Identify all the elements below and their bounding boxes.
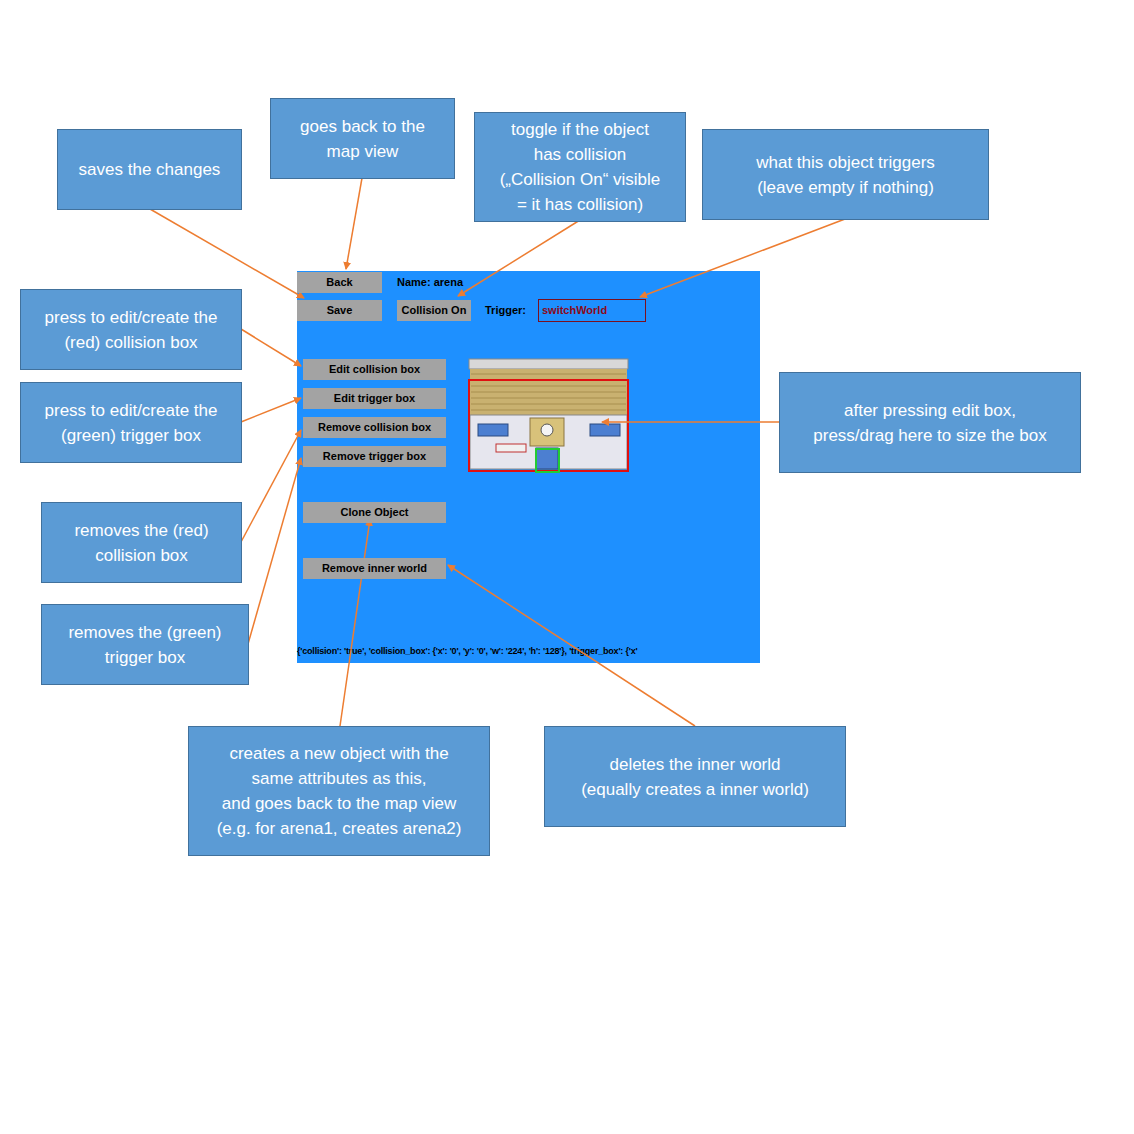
arrow-icon: [150, 209, 304, 298]
box-button[interactable]: Remove collision box: [303, 417, 446, 438]
callout: toggle if the objecthas collision(„Colli…: [474, 112, 686, 222]
page: Back Name: arena Save Collision On Trigger: s…: [0, 0, 1134, 1134]
box-button[interactable]: Remove trigger box: [303, 446, 446, 467]
arrow-icon: [346, 178, 362, 269]
box-button[interactable]: Edit collision box: [303, 359, 446, 380]
callout: after pressing edit box,press/drag here …: [779, 372, 1081, 473]
trigger-label: Trigger:: [485, 302, 526, 319]
arrow-icon: [448, 565, 695, 726]
back-button[interactable]: Back: [297, 272, 382, 293]
arrow-icon: [248, 458, 301, 644]
building-sprite[interactable]: [468, 358, 630, 474]
collision-toggle[interactable]: Collision On: [397, 300, 471, 321]
callout: removes the (red)collision box: [41, 502, 242, 583]
callout: press to edit/create the(green) trigger …: [20, 382, 242, 463]
arrow-icon: [241, 398, 301, 422]
callout: saves the changes: [57, 129, 242, 210]
editor-panel: Back Name: arena Save Collision On Trigger: s…: [297, 271, 760, 663]
arrow-icon: [458, 220, 580, 296]
collision-box[interactable]: [469, 380, 628, 471]
clone-button[interactable]: Clone Object: [303, 502, 446, 523]
callout: deletes the inner world(equally creates …: [544, 726, 846, 827]
name-label: Name: arena: [397, 274, 463, 291]
arrow-icon: [340, 519, 370, 726]
arrow-icon: [241, 430, 301, 542]
callout: goes back to themap view: [270, 98, 455, 179]
callout: what this object triggers(leave empty if…: [702, 129, 989, 220]
arrow-icon: [241, 329, 301, 366]
save-button[interactable]: Save: [297, 300, 382, 321]
callout: creates a new object with thesame attrib…: [188, 726, 490, 856]
remove-inner-world-button[interactable]: Remove inner world: [303, 558, 446, 579]
arrow-icon: [640, 219, 845, 297]
status-text: {'collision': 'true', 'collision_box': {…: [297, 645, 760, 664]
callout: press to edit/create the(red) collision …: [20, 289, 242, 370]
box-button[interactable]: Edit trigger box: [303, 388, 446, 409]
callout: removes the (green)trigger box: [41, 604, 249, 685]
trigger-box[interactable]: [536, 449, 559, 472]
trigger-field[interactable]: switchWorld: [538, 299, 646, 322]
arrow-icon: [602, 421, 779, 423]
